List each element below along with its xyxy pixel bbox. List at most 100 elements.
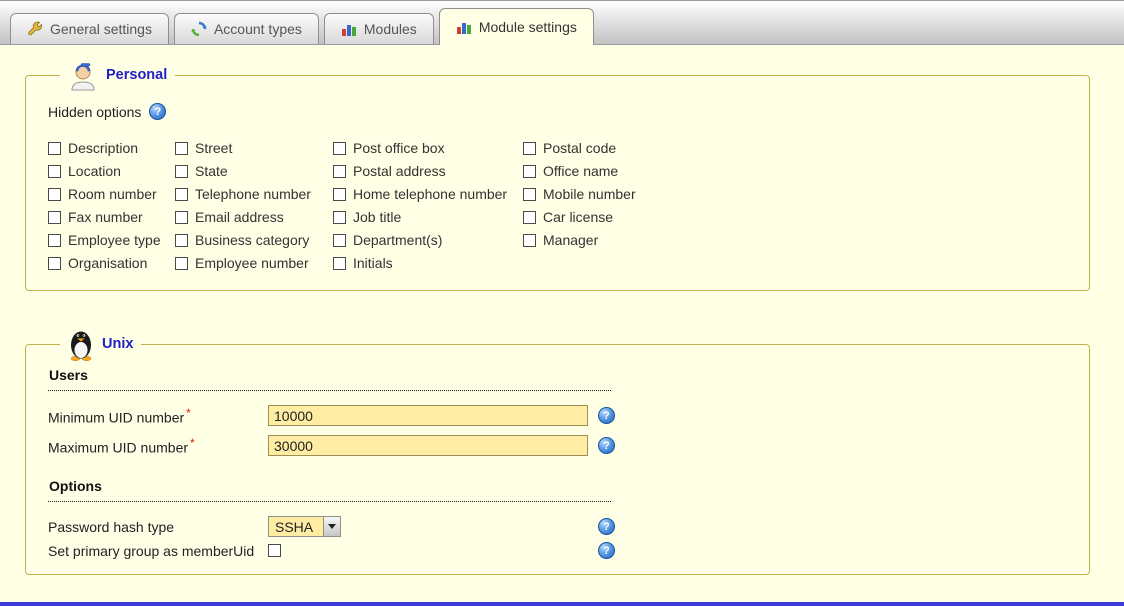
hidden-options-row: Hidden options ?: [48, 103, 1069, 120]
tab-modules[interactable]: Modules: [324, 13, 434, 44]
hidden-option-label: Fax number: [68, 209, 143, 225]
hidden-option-label: Telephone number: [195, 186, 311, 202]
hidden-option-label: Business category: [195, 232, 309, 248]
password-hash-select[interactable]: SSHA: [268, 516, 341, 537]
min-uid-row: Minimum UID number* ?: [48, 405, 1069, 426]
hidden-option-label: Post office box: [353, 140, 445, 156]
unix-title: Unix: [102, 336, 133, 352]
options-section-header: Options: [48, 476, 611, 502]
hidden-option-label: Street: [195, 140, 232, 156]
checkbox-row: Description Street Post office box Postal c…: [48, 136, 733, 159]
password-hash-value: SSHA: [269, 517, 323, 536]
tab-label: Modules: [364, 21, 417, 37]
hidden-option-checkbox[interactable]: [48, 211, 61, 224]
help-icon[interactable]: ?: [149, 103, 166, 120]
hidden-option-label: Organisation: [68, 255, 147, 271]
checkbox-row: Organisation Employee number Initials: [48, 251, 733, 274]
hidden-options-label: Hidden options: [48, 104, 141, 120]
member-uid-row: Set primary group as memberUid ?: [48, 542, 1069, 559]
blocks-chart-icon: [341, 21, 357, 37]
help-icon[interactable]: ?: [598, 437, 615, 454]
person-icon: [68, 59, 98, 91]
hidden-option-checkbox[interactable]: [175, 188, 188, 201]
hidden-option-label: Description: [68, 140, 138, 156]
blocks-chart-icon: [456, 19, 472, 35]
hidden-option-label: Postal address: [353, 163, 446, 179]
tab-bar: General settings Account types Modules M…: [0, 0, 1124, 45]
unix-fieldset: Unix Users Minimum UID number* ? Maximum…: [25, 327, 1090, 575]
hidden-option-checkbox[interactable]: [523, 165, 536, 178]
hidden-option-label: State: [195, 163, 228, 179]
help-icon[interactable]: ?: [598, 407, 615, 424]
hidden-option-label: Initials: [353, 255, 393, 271]
hidden-option-label: Home telephone number: [353, 186, 507, 202]
hidden-option-checkbox[interactable]: [333, 257, 346, 270]
tab-label: Module settings: [479, 19, 577, 35]
refresh-arrows-icon: [191, 21, 207, 37]
hidden-option-checkbox[interactable]: [523, 234, 536, 247]
select-dropdown-button[interactable]: [323, 517, 340, 536]
chevron-down-icon: [328, 524, 336, 529]
personal-title: Personal: [106, 67, 167, 83]
tab-account-types[interactable]: Account types: [174, 13, 319, 44]
hidden-option-label: Room number: [68, 186, 157, 202]
hidden-option-label: Mobile number: [543, 186, 636, 202]
max-uid-row: Maximum UID number* ?: [48, 435, 1069, 456]
hidden-option-checkbox[interactable]: [175, 234, 188, 247]
password-hash-row: Password hash type SSHA ?: [48, 516, 1069, 537]
hidden-option-checkbox[interactable]: [333, 211, 346, 224]
hidden-option-label: Email address: [195, 209, 284, 225]
hidden-option-label: Employee type: [68, 232, 161, 248]
content-area: Personal Hidden options ? Description Str…: [0, 45, 1124, 606]
hidden-option-label: Office name: [543, 163, 618, 179]
hidden-option-label: Manager: [543, 232, 598, 248]
hidden-option-checkbox[interactable]: [333, 234, 346, 247]
help-icon[interactable]: ?: [598, 518, 615, 535]
hidden-option-checkbox[interactable]: [48, 165, 61, 178]
unix-legend: Unix: [60, 327, 141, 361]
required-marker: *: [190, 436, 195, 450]
hidden-option-checkbox[interactable]: [523, 142, 536, 155]
personal-checkbox-grid: Description Street Post office box Postal c…: [48, 136, 733, 274]
hidden-option-checkbox[interactable]: [333, 142, 346, 155]
hidden-option-label: Postal code: [543, 140, 616, 156]
max-uid-label: Maximum UID number*: [48, 436, 268, 456]
tab-general-settings[interactable]: General settings: [10, 13, 169, 44]
hidden-option-checkbox[interactable]: [333, 188, 346, 201]
minimum-uid-input[interactable]: [268, 405, 588, 426]
hidden-option-checkbox[interactable]: [48, 257, 61, 270]
page: General settings Account types Modules M…: [0, 0, 1124, 606]
hidden-option-checkbox[interactable]: [175, 142, 188, 155]
hidden-option-label: Location: [68, 163, 121, 179]
hidden-option-checkbox[interactable]: [333, 165, 346, 178]
hidden-option-label: Employee number: [195, 255, 309, 271]
hidden-option-checkbox[interactable]: [523, 188, 536, 201]
member-uid-label: Set primary group as memberUid: [48, 543, 268, 559]
users-section-header: Users: [48, 365, 611, 391]
hidden-option-checkbox[interactable]: [48, 188, 61, 201]
checkbox-row: Fax number Email address Job title Car lice…: [48, 205, 733, 228]
checkbox-row: Room number Telephone number Home telephon…: [48, 182, 733, 205]
wrench-icon: [27, 21, 43, 37]
maximum-uid-input[interactable]: [268, 435, 588, 456]
help-icon[interactable]: ?: [598, 542, 615, 559]
required-marker: *: [186, 406, 191, 420]
hidden-option-checkbox[interactable]: [175, 257, 188, 270]
personal-legend: Personal: [60, 59, 175, 91]
hidden-option-label: Job title: [353, 209, 401, 225]
member-uid-checkbox[interactable]: [268, 544, 281, 557]
checkbox-row: Location State Postal address Office name: [48, 159, 733, 182]
hidden-option-label: Car license: [543, 209, 613, 225]
hidden-option-checkbox[interactable]: [48, 142, 61, 155]
password-hash-label: Password hash type: [48, 519, 268, 535]
personal-fieldset: Personal Hidden options ? Description Str…: [25, 59, 1090, 291]
hidden-option-checkbox[interactable]: [175, 211, 188, 224]
tab-module-settings[interactable]: Module settings: [439, 8, 594, 45]
tab-label: Account types: [214, 21, 302, 37]
tab-label: General settings: [50, 21, 152, 37]
hidden-option-checkbox[interactable]: [175, 165, 188, 178]
hidden-option-checkbox[interactable]: [523, 211, 536, 224]
hidden-option-checkbox[interactable]: [48, 234, 61, 247]
min-uid-label: Minimum UID number*: [48, 406, 268, 426]
hidden-option-label: Department(s): [353, 232, 442, 248]
